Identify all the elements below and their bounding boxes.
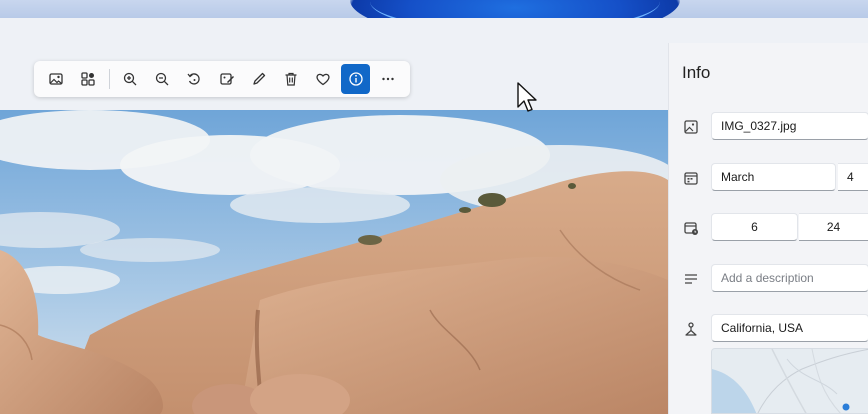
draw-icon xyxy=(253,72,265,85)
info-panel-title: Info xyxy=(682,63,711,82)
favorite-button[interactable] xyxy=(309,64,338,94)
date-day-field[interactable]: 4 xyxy=(838,163,868,191)
location-person-icon xyxy=(685,322,697,336)
calendar-icon xyxy=(684,172,698,185)
file-name-row: IMG_0327.jpg xyxy=(669,112,868,142)
photo-image xyxy=(0,110,668,414)
info-button[interactable] xyxy=(341,64,371,94)
photo-icon xyxy=(49,73,63,85)
info-icon xyxy=(348,72,363,86)
file-name-field[interactable]: IMG_0327.jpg xyxy=(711,112,868,140)
zoom-in-button[interactable] xyxy=(115,64,144,94)
mouse-cursor-icon xyxy=(517,82,537,112)
desktop-wallpaper xyxy=(0,0,868,18)
more-icon xyxy=(382,77,394,81)
time-hour-field[interactable]: 6 xyxy=(711,213,798,241)
date-month-field[interactable]: March xyxy=(711,163,836,191)
edit-image-button[interactable] xyxy=(212,64,241,94)
wallpaper-bloom-edge xyxy=(370,0,660,18)
view-photo-button[interactable] xyxy=(42,64,71,94)
more-options-button[interactable] xyxy=(373,64,402,94)
photo-view[interactable] xyxy=(0,110,668,414)
image-toolbar xyxy=(34,61,410,97)
image-file-icon xyxy=(684,120,698,134)
zoom-in-icon xyxy=(123,72,137,86)
zoom-out-button[interactable] xyxy=(148,64,177,94)
map-image xyxy=(712,349,868,413)
info-panel: Info IMG_0327.jpg March 4 6 24 Add a des… xyxy=(668,43,868,414)
location-map[interactable] xyxy=(711,348,868,414)
draw-button[interactable] xyxy=(244,64,273,94)
rotate-icon xyxy=(187,73,200,85)
collection-icon xyxy=(81,72,96,86)
description-row: Add a description xyxy=(669,264,868,294)
location-row: California, USA xyxy=(669,314,868,344)
title-bar[interactable] xyxy=(0,18,868,46)
delete-icon xyxy=(285,72,297,86)
text-lines-icon xyxy=(685,274,697,284)
time-row: 6 24 xyxy=(669,213,868,243)
date-row: March 4 xyxy=(669,163,868,193)
time-minute-field[interactable]: 24 xyxy=(799,213,868,241)
collection-button[interactable] xyxy=(74,64,103,94)
photos-app-window: Info IMG_0327.jpg March 4 6 24 Add a des… xyxy=(0,18,868,414)
zoom-out-icon xyxy=(155,72,169,86)
map-pin-icon xyxy=(842,403,850,411)
calendar-clock-icon xyxy=(684,222,698,235)
description-input[interactable]: Add a description xyxy=(711,264,868,292)
favorite-icon xyxy=(316,73,330,86)
edit-image-icon xyxy=(219,73,234,85)
rotate-button[interactable] xyxy=(180,64,209,94)
location-field[interactable]: California, USA xyxy=(711,314,868,342)
toolbar-divider xyxy=(108,69,110,89)
delete-button[interactable] xyxy=(277,64,306,94)
